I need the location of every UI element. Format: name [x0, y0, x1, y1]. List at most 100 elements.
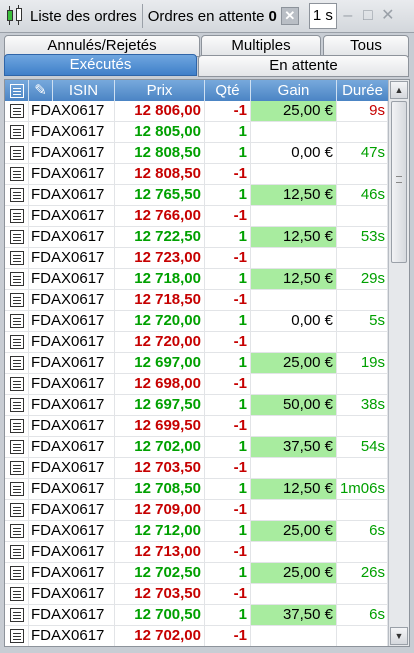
scroll-up-button[interactable]: ▲	[390, 81, 408, 99]
cell-gain: 12,50 €	[251, 479, 337, 499]
order-details-icon[interactable]	[5, 563, 29, 583]
table-row[interactable]: FDAX0617 12 718,00 1 12,50 €29s	[5, 269, 388, 290]
order-details-icon[interactable]	[5, 500, 29, 520]
table-row[interactable]: FDAX0617 12 700,50 1 37,50 €6s	[5, 605, 388, 626]
column-header-qte[interactable]: Qté	[205, 80, 251, 101]
clear-pending-button[interactable]: ✕	[280, 7, 299, 25]
cell-isin: FDAX0617	[29, 437, 115, 457]
vertical-scrollbar[interactable]: ▲ ▼	[388, 80, 409, 646]
cell-qte: 1	[205, 479, 251, 499]
cell-isin: FDAX0617	[29, 227, 115, 247]
table-row[interactable]: FDAX0617 12 723,00 -1	[5, 248, 388, 269]
table-row[interactable]: FDAX0617 12 806,00 -1 25,00 €9s	[5, 101, 388, 122]
wrench-icon[interactable]: ✎	[29, 80, 53, 101]
maximize-icon[interactable]: □	[359, 6, 377, 26]
cell-prix: 12 700,50	[115, 605, 205, 625]
scrollbar-thumb[interactable]	[391, 101, 407, 263]
cell-qte: -1	[205, 458, 251, 478]
cell-gain: 12,50 €	[251, 185, 337, 205]
table-row[interactable]: FDAX0617 12 703,50 -1	[5, 584, 388, 605]
cell-duree	[337, 458, 388, 478]
order-details-icon[interactable]	[5, 185, 29, 205]
cell-isin: FDAX0617	[29, 395, 115, 415]
cell-gain	[251, 374, 337, 394]
cell-prix: 12 702,00	[115, 437, 205, 457]
order-details-icon[interactable]	[5, 395, 29, 415]
order-details-icon[interactable]	[5, 353, 29, 373]
order-details-icon[interactable]	[5, 437, 29, 457]
table-row[interactable]: FDAX0617 12 702,00 1 37,50 €54s	[5, 437, 388, 458]
table-row[interactable]: FDAX0617 12 712,00 1 25,00 €6s	[5, 521, 388, 542]
table-row[interactable]: FDAX0617 12 702,50 1 25,00 €26s	[5, 563, 388, 584]
order-details-icon[interactable]	[5, 248, 29, 268]
order-details-icon[interactable]	[5, 626, 29, 646]
order-details-icon[interactable]	[5, 458, 29, 478]
cell-isin: FDAX0617	[29, 101, 115, 121]
order-details-icon[interactable]	[5, 101, 29, 121]
table-row[interactable]: FDAX0617 12 808,50 -1	[5, 164, 388, 185]
table-row[interactable]: FDAX0617 12 697,00 1 25,00 €19s	[5, 353, 388, 374]
cell-isin: FDAX0617	[29, 269, 115, 289]
cell-prix: 12 808,50	[115, 143, 205, 163]
cell-isin: FDAX0617	[29, 521, 115, 541]
column-header-prix[interactable]: Prix	[115, 80, 205, 101]
order-details-icon[interactable]	[5, 164, 29, 184]
cell-qte: 1	[205, 227, 251, 247]
cell-duree: 26s	[337, 563, 388, 583]
order-details-icon[interactable]	[5, 542, 29, 562]
tab-executes[interactable]: Exécutés	[4, 54, 197, 76]
order-details-icon[interactable]	[5, 122, 29, 142]
order-details-icon[interactable]	[5, 584, 29, 604]
tab-multiples[interactable]: Multiples	[201, 35, 321, 57]
order-details-icon[interactable]	[5, 311, 29, 331]
column-header-gain[interactable]: Gain	[251, 80, 337, 101]
cell-duree: 19s	[337, 353, 388, 373]
table-row[interactable]: FDAX0617 12 766,00 -1	[5, 206, 388, 227]
cell-duree: 6s	[337, 605, 388, 625]
table-row[interactable]: FDAX0617 12 697,50 1 50,00 €38s	[5, 395, 388, 416]
order-details-icon[interactable]	[5, 227, 29, 247]
scroll-down-button[interactable]: ▼	[390, 627, 408, 645]
cell-duree: 38s	[337, 395, 388, 415]
order-details-icon[interactable]	[5, 206, 29, 226]
minimize-icon[interactable]: –	[339, 6, 357, 26]
tab-en-attente[interactable]: En attente	[198, 55, 409, 77]
cell-prix: 12 713,00	[115, 542, 205, 562]
table-row[interactable]: FDAX0617 12 703,50 -1	[5, 458, 388, 479]
table-row[interactable]: FDAX0617 12 709,00 -1	[5, 500, 388, 521]
order-details-icon[interactable]	[5, 521, 29, 541]
cell-gain	[251, 248, 337, 268]
column-header-duree[interactable]: Durée	[337, 80, 388, 101]
order-details-icon[interactable]	[5, 290, 29, 310]
cell-duree: 46s	[337, 185, 388, 205]
table-row[interactable]: FDAX0617 12 722,50 1 12,50 €53s	[5, 227, 388, 248]
table-row[interactable]: FDAX0617 12 698,00 -1	[5, 374, 388, 395]
order-details-icon[interactable]	[5, 374, 29, 394]
table-row[interactable]: FDAX0617 12 702,00 -1	[5, 626, 388, 646]
cell-duree: 29s	[337, 269, 388, 289]
table-row[interactable]: FDAX0617 12 720,00 -1	[5, 332, 388, 353]
order-details-icon[interactable]	[5, 605, 29, 625]
table-row[interactable]: FDAX0617 12 808,50 1 0,00 €47s	[5, 143, 388, 164]
refresh-interval-select[interactable]: 1 s	[308, 3, 337, 29]
header-doc-icon[interactable]	[5, 80, 29, 101]
order-details-icon[interactable]	[5, 332, 29, 352]
order-details-icon[interactable]	[5, 269, 29, 289]
close-icon[interactable]: ✕	[379, 6, 397, 26]
table-row[interactable]: FDAX0617 12 708,50 1 12,50 €1m06s	[5, 479, 388, 500]
order-details-icon[interactable]	[5, 143, 29, 163]
table-row[interactable]: FDAX0617 12 718,50 -1	[5, 290, 388, 311]
cell-isin: FDAX0617	[29, 563, 115, 583]
order-details-icon[interactable]	[5, 479, 29, 499]
table-row[interactable]: FDAX0617 12 713,00 -1	[5, 542, 388, 563]
table-row[interactable]: FDAX0617 12 699,50 -1	[5, 416, 388, 437]
cell-gain	[251, 290, 337, 310]
table-row[interactable]: FDAX0617 12 765,50 1 12,50 €46s	[5, 185, 388, 206]
table-row[interactable]: FDAX0617 12 720,00 1 0,00 €5s	[5, 311, 388, 332]
column-header-isin[interactable]: ISIN	[53, 80, 115, 101]
table-row[interactable]: FDAX0617 12 805,00 1	[5, 122, 388, 143]
tab-tous[interactable]: Tous	[323, 35, 409, 57]
cell-qte: -1	[205, 248, 251, 268]
cell-duree: 9s	[337, 101, 388, 121]
order-details-icon[interactable]	[5, 416, 29, 436]
